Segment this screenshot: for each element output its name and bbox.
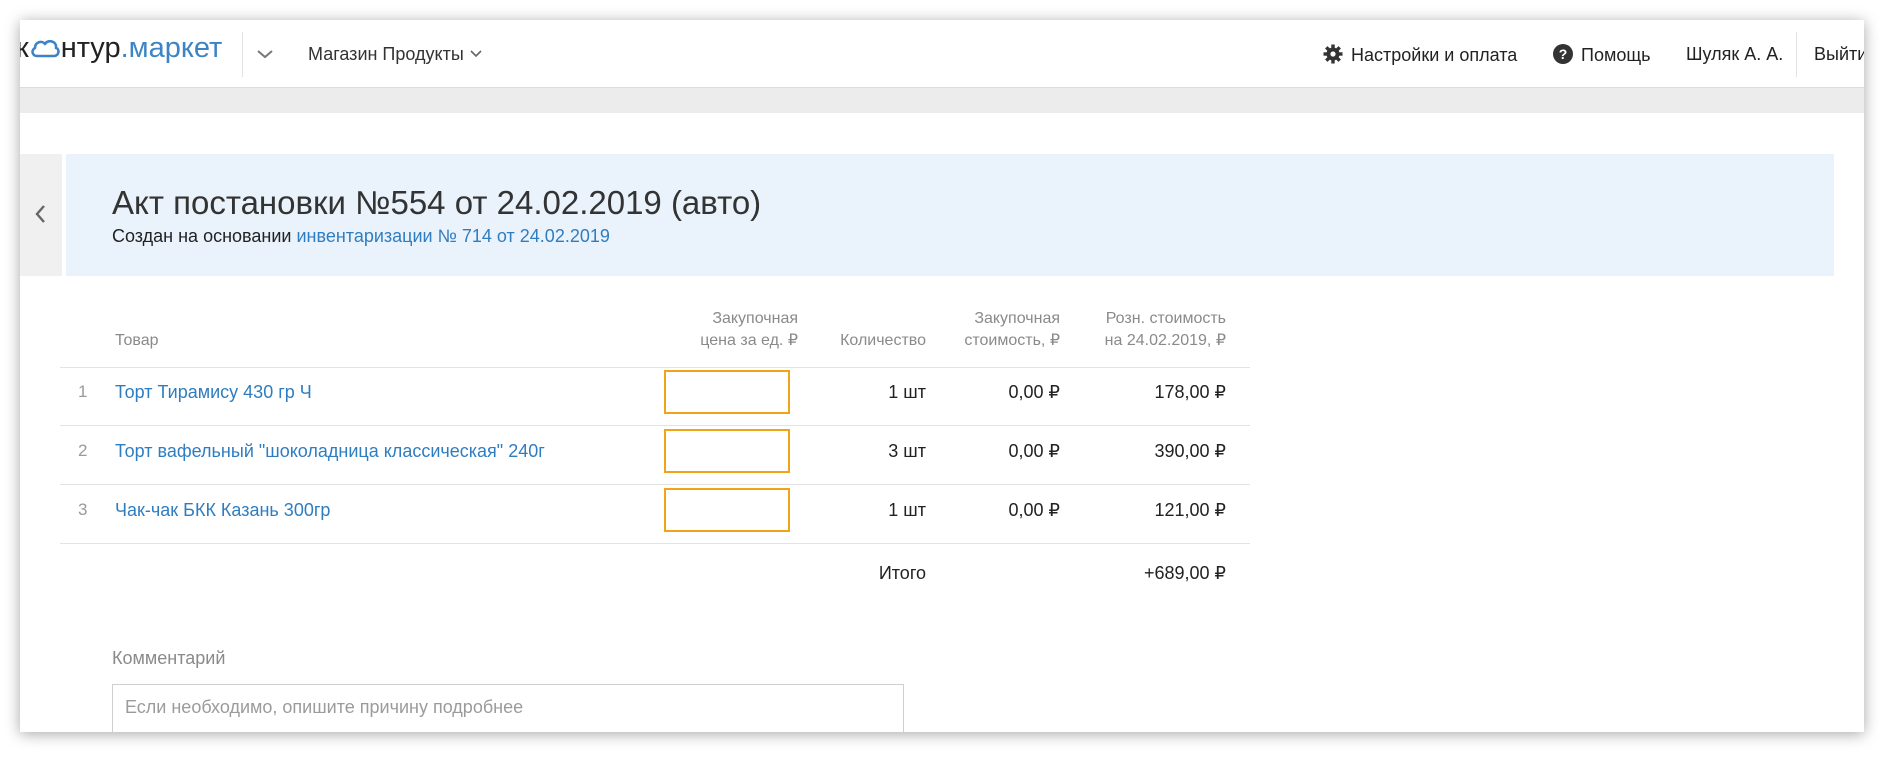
- quantity-value: 1 шт: [888, 382, 926, 402]
- quantity-value: 1 шт: [888, 500, 926, 520]
- product-link[interactable]: Чак-чак БКК Казань 300гр: [115, 500, 330, 521]
- table-divider: [60, 543, 1250, 544]
- top-navigation-bar: к нтур.маркет Магазин Продукты Настройки …: [20, 20, 1864, 88]
- inventory-link[interactable]: инвентаризации № 714 от 24.02.2019: [296, 226, 609, 246]
- back-button[interactable]: [20, 154, 62, 276]
- row-number: 1: [78, 382, 88, 401]
- product-link[interactable]: Торт Тирамису 430 гр Ч: [115, 382, 312, 403]
- user-name: Шуляк А. А.: [1686, 44, 1784, 64]
- purchase-price-input[interactable]: [664, 429, 790, 473]
- product-link[interactable]: Торт вафельный "шоколадница классическая…: [115, 441, 545, 462]
- help-link[interactable]: ? Помощь: [1553, 44, 1651, 66]
- logo-text-market: .маркет: [120, 32, 223, 64]
- help-icon: ?: [1553, 44, 1573, 64]
- column-header-purchase-price: Закупочная цена за ед. ₽: [680, 308, 798, 352]
- divider: [1796, 32, 1797, 77]
- settings-link[interactable]: Настройки и оплата: [1323, 44, 1517, 66]
- retail-cost-value: 121,00 ₽: [1154, 500, 1226, 520]
- retail-cost-value: 390,00 ₽: [1154, 441, 1226, 461]
- document-subtitle: Создан на основании инвентаризации № 714…: [112, 226, 610, 247]
- svg-text:?: ?: [1559, 46, 1568, 62]
- chevron-down-icon: [470, 50, 482, 58]
- column-header-purchase-cost-line2: стоимость, ₽: [964, 332, 1060, 349]
- store-name: Магазин Продукты: [308, 44, 464, 64]
- cloud-icon: [30, 34, 60, 67]
- column-header-purchase-price-line2: цена за ед. ₽: [700, 332, 798, 349]
- settings-label: Настройки и оплата: [1351, 45, 1518, 65]
- table-divider: [60, 425, 1250, 426]
- quantity-value: 3 шт: [888, 441, 926, 461]
- user-menu[interactable]: Шуляк А. А.: [1686, 44, 1783, 65]
- app-window: к нтур.маркет Магазин Продукты Настройки …: [20, 20, 1864, 732]
- comment-label: Комментарий: [112, 648, 226, 668]
- store-selector[interactable]: Магазин Продукты: [308, 44, 482, 65]
- column-header-retail-cost-line1: Розн. стоимость: [1105, 310, 1226, 327]
- help-label: Помощь: [1581, 45, 1651, 65]
- table-divider: [60, 484, 1250, 485]
- column-header-quantity: Количество: [840, 332, 926, 349]
- logout-link[interactable]: Выйти: [1814, 44, 1864, 65]
- kontur-market-logo[interactable]: к нтур.маркет: [20, 32, 222, 67]
- row-number: 3: [78, 500, 88, 519]
- gear-icon: [1323, 44, 1343, 64]
- purchase-price-input[interactable]: [664, 488, 790, 532]
- app-switcher-chevron-icon[interactable]: [254, 44, 276, 64]
- purchase-cost-value: 0,00 ₽: [1008, 500, 1061, 520]
- purchase-cost-value: 0,00 ₽: [1008, 441, 1061, 461]
- retail-cost-value: 178,00 ₽: [1154, 382, 1226, 402]
- row-number: 2: [78, 441, 88, 460]
- logo-text-ntur: нтур: [60, 32, 121, 64]
- subheader-strip: [20, 88, 1864, 113]
- column-header-retail-cost: Розн. стоимость на 24.02.2019, ₽: [1076, 308, 1226, 352]
- comment-textarea[interactable]: Если необходимо, опишите причину подробн…: [112, 684, 904, 732]
- column-header-purchase-cost-line1: Закупочная: [974, 310, 1060, 327]
- purchase-price-input[interactable]: [664, 370, 790, 414]
- table-divider: [60, 367, 1250, 368]
- logout-label: Выйти: [1814, 44, 1864, 64]
- logo-letter-k: к: [20, 32, 29, 64]
- purchase-cost-value: 0,00 ₽: [1008, 382, 1061, 402]
- column-header-product: Товар: [115, 332, 159, 349]
- total-value: +689,00 ₽: [1143, 563, 1226, 583]
- comment-placeholder: Если необходимо, опишите причину подробн…: [125, 697, 524, 717]
- column-header-retail-cost-line2: на 24.02.2019, ₽: [1104, 332, 1226, 349]
- subtitle-prefix: Создан на основании: [112, 226, 297, 246]
- column-header-purchase-price-line1: Закупочная: [712, 310, 798, 327]
- column-header-purchase-cost: Закупочная стоимость, ₽: [948, 308, 1060, 352]
- chevron-left-icon: [35, 205, 45, 223]
- divider: [242, 32, 243, 77]
- page-title: Акт постановки №554 от 24.02.2019 (авто): [112, 184, 762, 221]
- total-label: Итого: [878, 563, 926, 583]
